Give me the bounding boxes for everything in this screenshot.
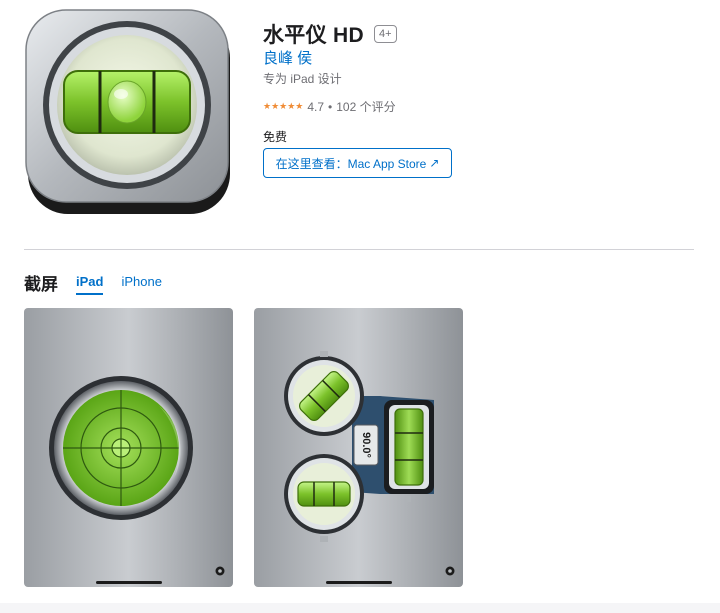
tab-iphone[interactable]: iPhone [121,274,161,295]
footer-strip [0,603,720,613]
rating-count: 102 个评分 [336,100,396,114]
tab-ipad[interactable]: iPad [76,274,104,295]
section-divider [24,249,694,250]
rating-value: 4.7 [307,99,325,114]
rating-separator: • [328,99,333,114]
view-in-mac-app-store-button[interactable]: 在这里查看：Mac App Store ↗ [263,148,452,178]
app-title: 水平仪 HD [263,24,364,47]
title-row: 水平仪 HD 4+ [263,20,397,48]
developer-link[interactable]: 良峰 侯 [263,47,312,68]
screenshot-bullseye-level[interactable] [24,308,233,587]
app-icon [25,9,230,214]
age-rating-badge: 4+ [373,25,397,43]
angle-readout: 90.0° [360,432,372,458]
screenshot-tube-levels[interactable]: 90.0° [254,308,463,587]
designed-for-label: 专为 iPad 设计 [263,72,342,86]
gear-icon[interactable] [445,566,455,576]
external-arrow-icon: ↗ [429,156,440,170]
screenshots-heading: 截屏 [24,275,58,294]
rating-row: ★★★★★ 4.7 • 102 个评分 [263,98,396,115]
device-tabs: iPad iPhone [76,274,162,295]
mac-store-button-label: 在这里查看：Mac App Store [275,156,427,171]
gear-icon[interactable] [215,566,225,576]
price-label: 免费 [263,130,288,144]
star-icon: ★★★★★ [263,101,304,111]
